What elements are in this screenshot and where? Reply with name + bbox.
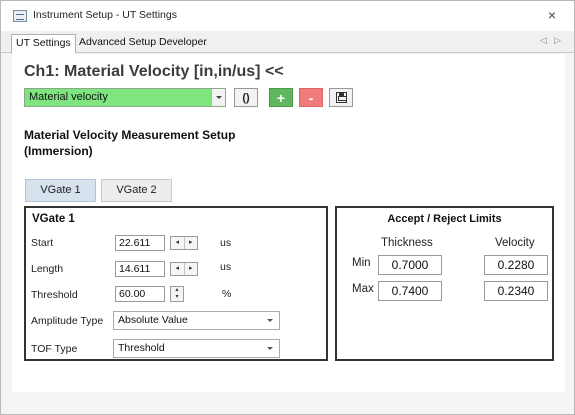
vgate-panel: VGate 1 Start 22.611 ◂ ▸ us Length 14.611… — [24, 206, 328, 361]
chevron-down-icon[interactable] — [211, 89, 225, 106]
velocity-column-header: Velocity — [495, 237, 535, 249]
page-title: Ch1: Material Velocity [in,in/us] << — [24, 63, 284, 80]
threshold-unit: % — [222, 288, 232, 300]
threshold-input[interactable]: 60.00 — [115, 286, 165, 302]
tof-type-value: Threshold — [118, 342, 165, 354]
save-button[interactable] — [329, 88, 353, 107]
tab-strip: UT Settings Advanced Setup Developer ◁ ▷ — [1, 31, 574, 54]
amplitude-type-value: Absolute Value — [118, 314, 188, 326]
plus-icon: + — [276, 89, 286, 106]
length-input[interactable]: 14.611 — [115, 261, 165, 277]
amplitude-type-select[interactable]: Absolute Value — [113, 311, 280, 330]
min-row-label: Min — [352, 257, 371, 269]
start-label: Start — [31, 237, 54, 249]
max-row-label: Max — [352, 283, 374, 295]
threshold-stepper[interactable]: ▴ ▾ — [170, 286, 184, 302]
decrement-icon[interactable]: ◂ — [171, 237, 184, 249]
start-input[interactable]: 22.611 — [115, 235, 165, 251]
window-title: Instrument Setup - UT Settings — [33, 9, 177, 21]
threshold-label: Threshold — [31, 289, 78, 301]
amplitude-type-label: Amplitude Type — [31, 315, 104, 327]
tab-scroll-right-icon[interactable]: ▷ — [554, 35, 561, 46]
ut-settings-content: Ch1: Material Velocity [in,in/us] << Mat… — [12, 54, 565, 392]
add-button[interactable]: + — [269, 88, 293, 107]
tab-vgate-2[interactable]: VGate 2 — [101, 179, 172, 202]
min-velocity-input[interactable]: 0.2280 — [484, 255, 548, 275]
length-stepper[interactable]: ◂ ▸ — [170, 262, 198, 276]
thickness-column-header: Thickness — [381, 237, 433, 249]
chevron-down-icon — [267, 319, 273, 322]
refresh-icon: () — [242, 91, 250, 104]
section-heading-line1: Material Velocity Measurement Setup — [24, 128, 236, 142]
tab-vgate-1[interactable]: VGate 1 — [25, 179, 96, 202]
tof-type-label: TOF Type — [31, 343, 78, 355]
min-thickness-input[interactable]: 0.7000 — [378, 255, 442, 275]
app-icon — [13, 10, 27, 22]
length-unit: us — [220, 261, 232, 273]
section-heading: Material Velocity Measurement Setup (Imm… — [24, 127, 235, 159]
max-thickness-input[interactable]: 0.7400 — [378, 281, 442, 301]
accept-reject-panel: Accept / Reject Limits Thickness Velocit… — [335, 206, 554, 361]
max-velocity-input[interactable]: 0.2340 — [484, 281, 548, 301]
decrement-icon[interactable]: ▾ — [171, 294, 183, 301]
tof-type-select[interactable]: Threshold — [113, 339, 280, 358]
tab-ut-settings[interactable]: UT Settings — [11, 34, 76, 54]
section-heading-line2: (Immersion) — [24, 144, 93, 158]
tab-advanced-setup[interactable]: Advanced Setup — [75, 34, 160, 53]
increment-icon[interactable]: ▴ — [171, 287, 183, 294]
decrement-icon[interactable]: ◂ — [171, 263, 184, 275]
increment-icon[interactable]: ▸ — [183, 237, 198, 249]
tab-scroll-left-icon[interactable]: ◁ — [540, 35, 547, 46]
remove-button[interactable]: - — [299, 88, 323, 107]
instrument-setup-window: Instrument Setup - UT Settings × UT Sett… — [0, 0, 575, 415]
save-icon — [335, 92, 347, 103]
minus-icon: - — [308, 89, 314, 106]
accept-reject-title: Accept / Reject Limits — [387, 213, 502, 225]
start-stepper[interactable]: ◂ ▸ — [170, 236, 198, 250]
measurement-type-value: Material velocity — [29, 91, 108, 103]
start-unit: us — [220, 237, 232, 249]
measurement-type-select[interactable]: Material velocity — [24, 88, 226, 107]
length-label: Length — [31, 263, 64, 275]
chevron-down-icon — [267, 347, 273, 350]
reset-button[interactable]: () — [234, 88, 258, 107]
vgate-panel-title: VGate 1 — [32, 213, 75, 225]
tab-developer[interactable]: Developer — [155, 34, 211, 53]
close-icon[interactable]: × — [548, 7, 556, 23]
title-bar: Instrument Setup - UT Settings × — [1, 1, 574, 31]
increment-icon[interactable]: ▸ — [183, 263, 198, 275]
